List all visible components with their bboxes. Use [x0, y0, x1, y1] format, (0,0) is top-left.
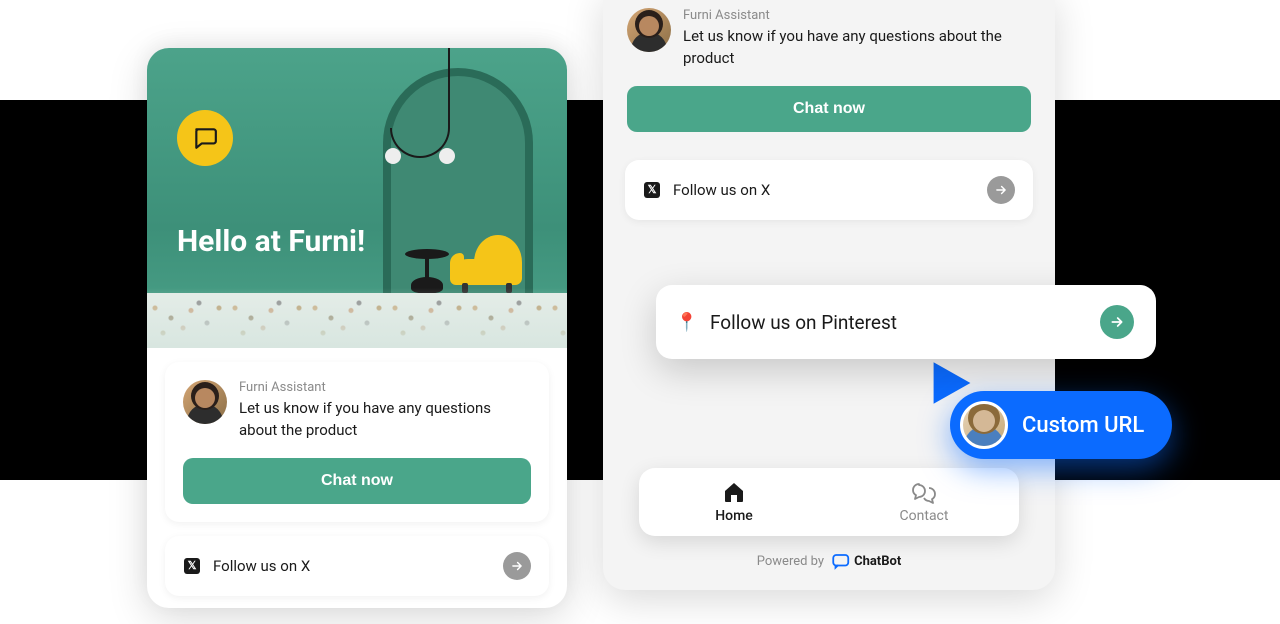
assistant-avatar [183, 380, 227, 424]
assistant-message: Let us know if you have any questions ab… [239, 398, 531, 442]
arrow-right-icon [1100, 305, 1134, 339]
assistant-name: Furni Assistant [683, 8, 1031, 23]
nav-label: Contact [900, 508, 949, 524]
nav-home[interactable]: Home [639, 480, 829, 524]
chat-icon [912, 480, 936, 504]
arrow-right-icon [503, 552, 531, 580]
home-icon [722, 480, 746, 504]
chat-widget-left: Hello at Furni! Furni Assistant Let us k… [147, 48, 567, 608]
follow-pinterest-link-enlarged[interactable]: 📍 Follow us on Pinterest [656, 285, 1156, 359]
assistant-name: Furni Assistant [239, 380, 531, 395]
callout-label: Custom URL [1022, 413, 1144, 438]
custom-url-callout: Custom URL [950, 391, 1172, 459]
hero-title: Hello at Furni! [177, 224, 365, 259]
pendant-lamp-illustration [419, 48, 479, 158]
nav-contact[interactable]: Contact [829, 480, 1019, 524]
link-label: Follow us on X [213, 557, 491, 575]
assistant-card: Furni Assistant Let us know if you have … [603, 0, 1055, 148]
user-avatar [960, 401, 1008, 449]
brand-logo [177, 110, 233, 166]
side-table-illustration [405, 249, 449, 293]
powered-by-footer: Powered by ChatBot [757, 552, 902, 570]
floor-texture [147, 293, 567, 348]
x-icon: 𝕏 [183, 557, 201, 575]
chatbot-brand-link[interactable]: ChatBot [832, 552, 901, 570]
follow-x-link[interactable]: 𝕏 Follow us on X [625, 160, 1033, 220]
bottom-nav: Home Contact [639, 468, 1019, 536]
chatbot-logo-icon [832, 552, 850, 570]
assistant-card: Furni Assistant Let us know if you have … [165, 362, 549, 522]
nav-label: Home [715, 508, 753, 524]
assistant-avatar [627, 8, 671, 52]
pinterest-pin-icon: 📍 [678, 313, 696, 331]
armchair-illustration [452, 235, 522, 293]
assistant-message: Let us know if you have any questions ab… [683, 26, 1031, 70]
link-label: Follow us on X [673, 181, 975, 199]
brand-name: ChatBot [854, 554, 901, 569]
chat-now-button[interactable]: Chat now [183, 458, 531, 504]
chat-bubble-icon [192, 125, 218, 151]
follow-x-link[interactable]: 𝕏 Follow us on X [165, 536, 549, 596]
chat-now-button[interactable]: Chat now [627, 86, 1031, 132]
arrow-right-icon [987, 176, 1015, 204]
link-label: Follow us on Pinterest [710, 311, 1086, 334]
hero-banner: Hello at Furni! [147, 48, 567, 348]
powered-by-text: Powered by [757, 554, 824, 569]
x-icon: 𝕏 [643, 181, 661, 199]
